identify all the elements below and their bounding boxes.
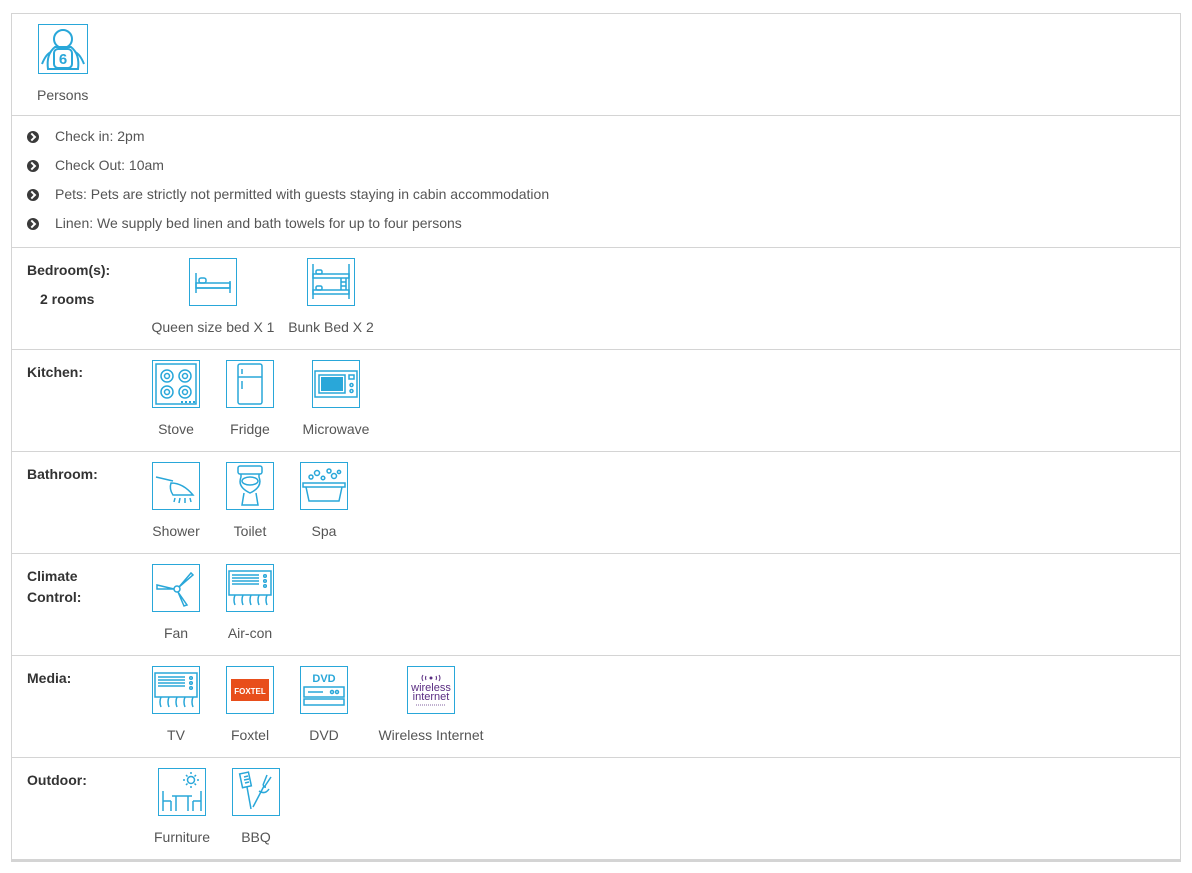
amenity-label: TV — [167, 727, 185, 743]
amenity-label: Bunk Bed X 2 — [288, 319, 374, 335]
amenity-item: Bunk Bed X 2 — [275, 258, 387, 335]
amenity-label: Spa — [311, 523, 337, 539]
category-title: Bathroom: — [27, 466, 98, 482]
amenity-label: Microwave — [302, 421, 370, 437]
rule-text: Linen: We supply bed linen and bath towe… — [55, 215, 462, 231]
amenity-item: Queen size bed X 1 — [151, 258, 275, 335]
category-title: Kitchen: — [27, 364, 83, 380]
amenity-label: Queen size bed X 1 — [151, 319, 275, 335]
amenity-item: Stove — [151, 360, 201, 437]
rooms-count: 2 rooms — [40, 291, 95, 307]
rule-text: Pets: Pets are strictly not permitted wi… — [55, 186, 550, 202]
amenity-item: DVD DVD — [299, 666, 349, 743]
capacity-row: 6 Persons — [12, 14, 1180, 116]
amenity-item: wireless internet Wireless Internet — [373, 666, 489, 743]
category-title-line: Control: — [27, 589, 82, 605]
foxtel-logo-text: FOXTEL — [234, 687, 266, 696]
amenity-item: BBQ — [231, 768, 281, 845]
category-title: Bedroom(s): — [27, 262, 111, 278]
outdoor-furniture-icon — [158, 768, 206, 816]
person-icon: 6 — [38, 24, 88, 74]
list-item: Linen: We supply bed linen and bath towe… — [12, 215, 1180, 244]
outdoor-row: Outdoor: Furniture BBQ — [12, 758, 1180, 861]
tv-icon — [152, 666, 200, 714]
wireless-internet-icon: wireless internet — [407, 666, 455, 714]
amenity-label: Shower — [152, 523, 200, 539]
chevron-right-icon — [27, 189, 39, 201]
amenity-item: Microwave — [299, 360, 373, 437]
bathroom-row: Bathroom: Shower Toilet Spa — [12, 452, 1180, 554]
media-row: Media: TV FOXTEL Foxtel DVD DVD wireless… — [12, 656, 1180, 758]
amenity-label: Furniture — [153, 829, 211, 845]
category-title: Media: — [27, 670, 72, 686]
amenity-label: Wireless Internet — [378, 727, 484, 743]
amenity-label: BBQ — [241, 829, 271, 845]
chevron-right-icon — [27, 160, 39, 172]
rule-text: Check Out: 10am — [55, 157, 164, 173]
list-item: Check Out: 10am — [12, 157, 1180, 186]
capacity-label: Persons — [37, 87, 89, 103]
category-title: Outdoor: — [27, 772, 87, 788]
bunk-bed-icon — [307, 258, 355, 306]
kitchen-row: Kitchen: Stove Fridge Microwave — [12, 350, 1180, 452]
toilet-icon — [226, 462, 274, 510]
capacity-count: 6 — [59, 51, 67, 68]
rule-text: Check in: 2pm — [55, 128, 145, 144]
amenity-item: Fan — [151, 564, 201, 641]
category-title: Climate Control: — [27, 566, 137, 608]
foxtel-icon: FOXTEL — [226, 666, 274, 714]
amenity-label: Fan — [163, 625, 189, 641]
amenity-item: Shower — [151, 462, 201, 539]
amenity-label: DVD — [309, 727, 339, 743]
category-title-line: Climate — [27, 568, 78, 584]
amenity-item: Fridge — [225, 360, 275, 437]
spa-icon — [300, 462, 348, 510]
shower-icon — [152, 462, 200, 510]
amenities-panel: 6 Persons Check in: 2pm Check Out: 10am … — [11, 13, 1181, 862]
air-con-icon — [226, 564, 274, 612]
fridge-icon — [226, 360, 274, 408]
amenity-item: Spa — [299, 462, 349, 539]
dvd-icon: DVD — [300, 666, 348, 714]
microwave-icon — [312, 360, 360, 408]
rules-list: Check in: 2pm Check Out: 10am Pets: Pets… — [12, 116, 1180, 248]
amenity-item: FOXTEL Foxtel — [225, 666, 275, 743]
chevron-right-icon — [27, 131, 39, 143]
climate-row: Climate Control: Fan Air-con — [12, 554, 1180, 656]
queen-bed-icon — [189, 258, 237, 306]
stove-icon — [152, 360, 200, 408]
amenity-item: Air-con — [225, 564, 275, 641]
list-item: Check in: 2pm — [12, 128, 1180, 157]
chevron-right-icon — [27, 218, 39, 230]
amenity-item: Furniture — [151, 768, 213, 845]
amenity-label: Air-con — [227, 625, 273, 641]
amenity-label: Foxtel — [230, 727, 270, 743]
amenity-label: Fridge — [230, 421, 270, 437]
amenity-item: Toilet — [225, 462, 275, 539]
amenity-label: Toilet — [233, 523, 267, 539]
internet-logo-text: internet — [413, 691, 450, 703]
fan-icon — [152, 564, 200, 612]
dvd-logo-text: DVD — [312, 673, 335, 685]
bedroom-row: Bedroom(s): 2 rooms Queen size bed X 1 B… — [12, 248, 1180, 350]
amenity-item: TV — [151, 666, 201, 743]
amenity-label: Stove — [158, 421, 194, 437]
bbq-icon — [232, 768, 280, 816]
list-item: Pets: Pets are strictly not permitted wi… — [12, 186, 1180, 215]
